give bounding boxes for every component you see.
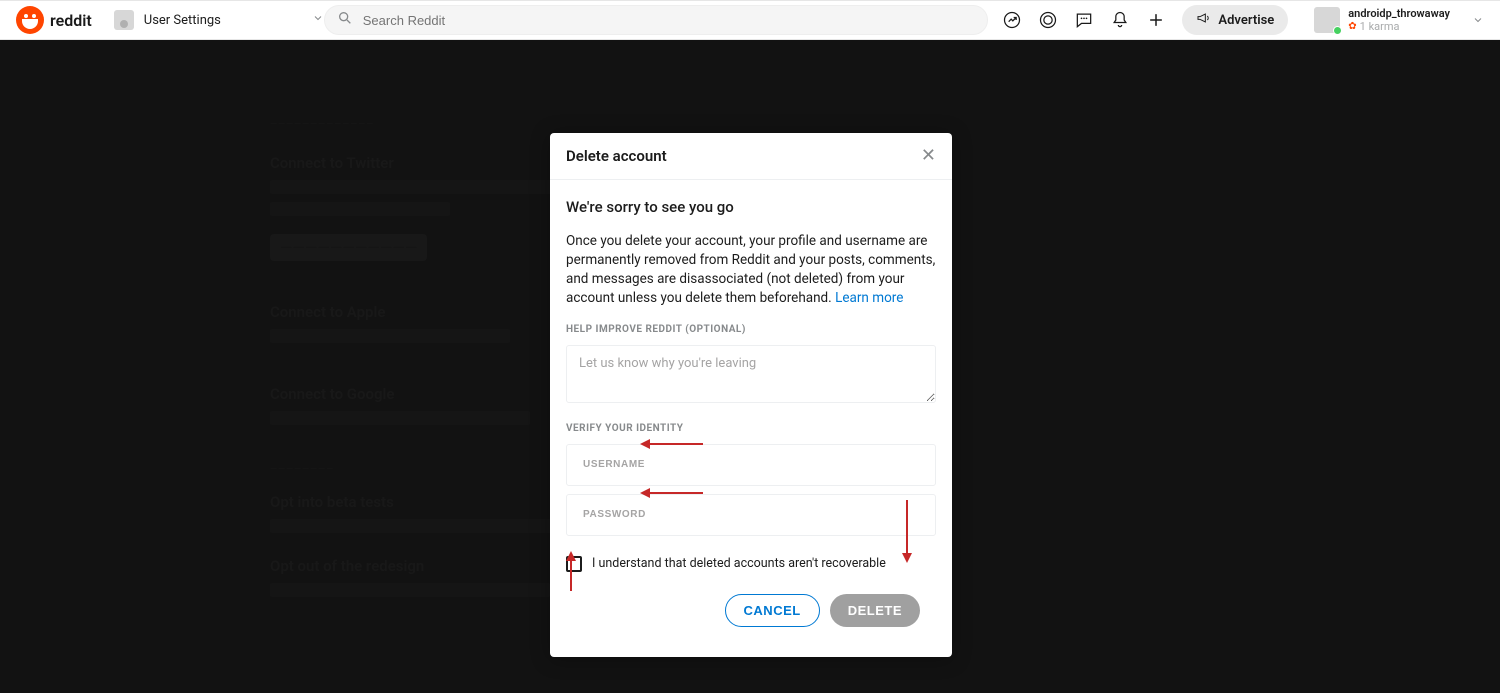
modal-header: Delete account ✕ bbox=[550, 133, 952, 180]
search-input[interactable] bbox=[363, 13, 976, 28]
verify-section-label: VERIFY YOUR IDENTITY bbox=[566, 423, 936, 434]
reddit-icon bbox=[16, 6, 44, 34]
confirm-row: I understand that deleted accounts aren'… bbox=[566, 556, 936, 572]
avatar bbox=[1314, 7, 1340, 33]
user-name: androidp_throwaway bbox=[1348, 7, 1450, 20]
search-bar[interactable] bbox=[324, 5, 989, 35]
close-icon[interactable]: ✕ bbox=[921, 147, 936, 165]
chevron-down-icon bbox=[312, 12, 324, 28]
user-karma: ✿ 1 karma bbox=[1348, 20, 1450, 33]
create-post-icon[interactable] bbox=[1146, 10, 1166, 30]
top-nav: reddit User Settings bbox=[0, 0, 1500, 40]
megaphone-icon bbox=[1196, 10, 1212, 30]
karma-icon: ✿ bbox=[1348, 20, 1356, 33]
popular-icon[interactable] bbox=[1002, 10, 1022, 30]
chevron-down-icon bbox=[1472, 11, 1484, 30]
nav-dropdown[interactable]: User Settings bbox=[114, 10, 324, 30]
username-field-wrapper bbox=[566, 444, 936, 486]
chat-icon[interactable] bbox=[1074, 10, 1094, 30]
search-icon bbox=[337, 10, 353, 30]
brand-text: reddit bbox=[50, 11, 92, 30]
user-menu[interactable]: androidp_throwaway ✿ 1 karma bbox=[1314, 7, 1484, 33]
modal-subtitle: We're sorry to see you go bbox=[566, 198, 936, 216]
password-field-wrapper bbox=[566, 494, 936, 536]
username-input[interactable] bbox=[583, 459, 919, 470]
delete-account-modal: Delete account ✕ We're sorry to see you … bbox=[550, 133, 952, 657]
checkbox-label: I understand that deleted accounts aren'… bbox=[592, 556, 886, 571]
user-info: androidp_throwaway ✿ 1 karma bbox=[1348, 7, 1450, 33]
header-actions: Advertise androidp_throwaway ✿ 1 karma bbox=[1002, 5, 1484, 35]
advertise-label: Advertise bbox=[1218, 13, 1274, 28]
avatar-icon bbox=[114, 10, 134, 30]
coin-icon[interactable] bbox=[1038, 10, 1058, 30]
delete-button[interactable]: DELETE bbox=[830, 594, 920, 627]
password-input[interactable] bbox=[583, 509, 919, 520]
advertise-button[interactable]: Advertise bbox=[1182, 5, 1288, 35]
modal-title: Delete account bbox=[566, 147, 667, 165]
leaving-reason-textarea[interactable] bbox=[566, 345, 936, 403]
modal-footer: CANCEL DELETE bbox=[566, 594, 936, 643]
notifications-icon[interactable] bbox=[1110, 10, 1130, 30]
learn-more-link[interactable]: Learn more bbox=[835, 290, 903, 306]
help-section-label: HELP IMPROVE REDDIT (OPTIONAL) bbox=[566, 324, 936, 335]
modal-description: Once you delete your account, your profi… bbox=[566, 232, 936, 308]
cancel-button[interactable]: CANCEL bbox=[725, 594, 820, 627]
nav-dropdown-label: User Settings bbox=[144, 13, 221, 28]
reddit-logo[interactable]: reddit bbox=[16, 6, 92, 34]
